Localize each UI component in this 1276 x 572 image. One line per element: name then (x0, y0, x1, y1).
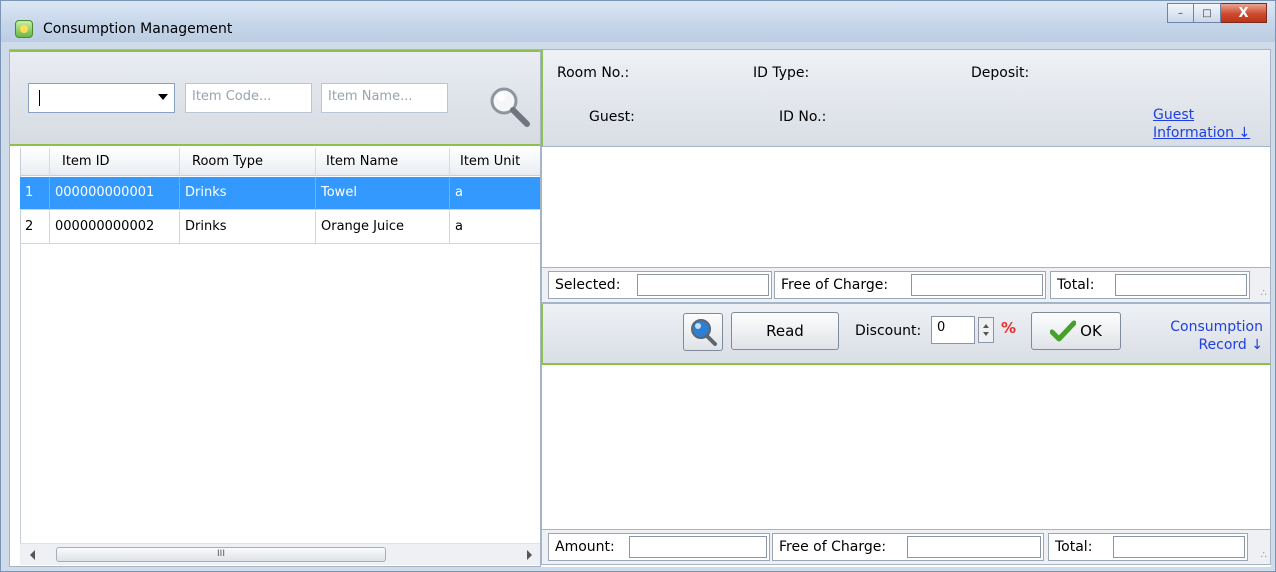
consumption-record-link-line1: Consumption (1170, 319, 1263, 335)
selected-label: Selected: (555, 277, 621, 293)
free-of-charge-field: Free of Charge: (774, 271, 1046, 299)
cell-item-unit: a (455, 219, 463, 234)
app-icon (15, 20, 33, 38)
consumption-items-area[interactable] (541, 147, 1271, 267)
scroll-left-icon[interactable] (30, 550, 35, 560)
selected-input[interactable] (637, 274, 769, 296)
selection-summary-bar: Selected: Free of Charge: Total: ∴ (541, 267, 1271, 303)
discount-input[interactable]: 0 (931, 316, 975, 344)
horizontal-scrollbar[interactable]: III (20, 543, 540, 565)
scroll-right-icon[interactable] (527, 550, 532, 560)
minimize-button[interactable]: – (1167, 3, 1194, 23)
bottom-total-field: Total: (1048, 533, 1248, 561)
search-bar: Item Code... Item Name... (10, 50, 540, 146)
cell-room-type: Drinks (180, 177, 316, 210)
read-button[interactable]: Read (731, 312, 839, 350)
guest-label: Guest: (589, 109, 635, 125)
action-bar: Read Discount: 0 % OK Consumption Record… (541, 303, 1271, 365)
window-controls: – □ X (1167, 3, 1267, 25)
free-of-charge-input[interactable] (911, 274, 1043, 296)
guest-info-panel: Room No.: ID Type: Deposit: Guest: ID No… (541, 49, 1271, 147)
bottom-total-label: Total: (1055, 539, 1093, 555)
percent-icon: % (1001, 319, 1017, 337)
deposit-label: Deposit: (971, 65, 1030, 81)
amount-field: Amount: (548, 533, 770, 561)
table-row[interactable]: 2 000000000002 Drinks Orange Juice a (20, 211, 540, 244)
column-header-room-type[interactable]: Room Type (180, 148, 316, 176)
column-header-item-id[interactable]: Item ID (50, 148, 180, 176)
item-code-input[interactable]: Item Code... (185, 83, 312, 113)
consumption-window: Consumption Management – □ X Item Code..… (0, 0, 1276, 572)
discount-spin-buttons[interactable] (978, 317, 994, 343)
cell-room-type: Drinks (180, 211, 316, 244)
cell-item-id: 000000000002 (50, 211, 180, 244)
consumption-record-link-line2: Record ↓ (1198, 337, 1263, 353)
column-header-item-unit[interactable]: Item Unit (450, 148, 540, 176)
consumption-record-area[interactable] (541, 365, 1271, 529)
text-caret (39, 90, 40, 106)
close-icon: X (1238, 5, 1249, 21)
title-bar[interactable]: Consumption Management – □ X (1, 1, 1275, 42)
total-field: Total: (1050, 271, 1250, 299)
row-number: 1 (20, 177, 50, 210)
grid-header: Item ID Room Type Item Name Item Unit (20, 148, 540, 176)
consumption-record-link[interactable]: Consumption Record ↓ (1163, 318, 1263, 354)
guest-pane: Room No.: ID Type: Deposit: Guest: ID No… (541, 49, 1271, 567)
column-header-item-name[interactable]: Item Name (316, 148, 450, 176)
room-no-label: Room No.: (557, 65, 630, 81)
total-input[interactable] (1115, 274, 1247, 296)
table-row[interactable]: 1 000000000001 Drinks Towel a (20, 177, 540, 210)
amount-label: Amount: (555, 539, 615, 555)
chevron-down-icon[interactable] (158, 94, 168, 100)
minimize-icon: – (1178, 7, 1183, 19)
guest-information-link-line1: Guest (1153, 107, 1195, 123)
resize-grip-icon[interactable]: ∴ (1261, 288, 1267, 299)
guest-information-link[interactable]: Guest Information ↓ (1153, 106, 1250, 142)
close-button[interactable]: X (1221, 3, 1267, 23)
bottom-free-of-charge-field: Free of Charge: (772, 533, 1044, 561)
row-number-header (20, 148, 50, 176)
checkmark-icon (1050, 320, 1077, 342)
window-title: Consumption Management (43, 21, 233, 37)
search-icon[interactable] (487, 84, 531, 128)
discount-stepper[interactable]: 0 % (931, 316, 1017, 344)
row-number: 2 (20, 211, 50, 244)
bottom-free-of-charge-input[interactable] (907, 536, 1041, 558)
cell-item-id: 000000000001 (50, 177, 180, 210)
maximize-button[interactable]: □ (1194, 3, 1221, 23)
id-no-label: ID No.: (779, 109, 827, 125)
free-of-charge-label: Free of Charge: (781, 277, 889, 293)
ok-button[interactable]: OK (1031, 312, 1121, 350)
discount-label: Discount: (855, 323, 922, 339)
selected-field: Selected: (548, 271, 772, 299)
maximize-icon: □ (1202, 7, 1212, 19)
bottom-free-of-charge-label: Free of Charge: (779, 539, 887, 555)
item-list-pane: Item Code... Item Name... Item ID Room T… (9, 49, 541, 567)
cell-item-name: Towel (316, 177, 450, 210)
cell-item-name: Orange Juice (316, 211, 450, 244)
total-label: Total: (1057, 277, 1095, 293)
cell-item-unit: a (455, 185, 463, 200)
bottom-total-input[interactable] (1113, 536, 1245, 558)
search-icon (691, 319, 717, 346)
resize-grip-icon[interactable]: ∴ (1261, 550, 1267, 561)
amount-summary-bar: Amount: Free of Charge: Total: ∴ (541, 529, 1271, 565)
amount-input[interactable] (629, 536, 767, 558)
item-name-input[interactable]: Item Name... (321, 83, 448, 113)
search-button[interactable] (683, 313, 723, 351)
scroll-thumb[interactable]: III (56, 547, 386, 562)
ok-label: OK (1080, 322, 1102, 340)
category-combo[interactable] (28, 83, 175, 113)
id-type-label: ID Type: (753, 65, 810, 81)
guest-information-link-line2: Information ↓ (1153, 125, 1251, 141)
